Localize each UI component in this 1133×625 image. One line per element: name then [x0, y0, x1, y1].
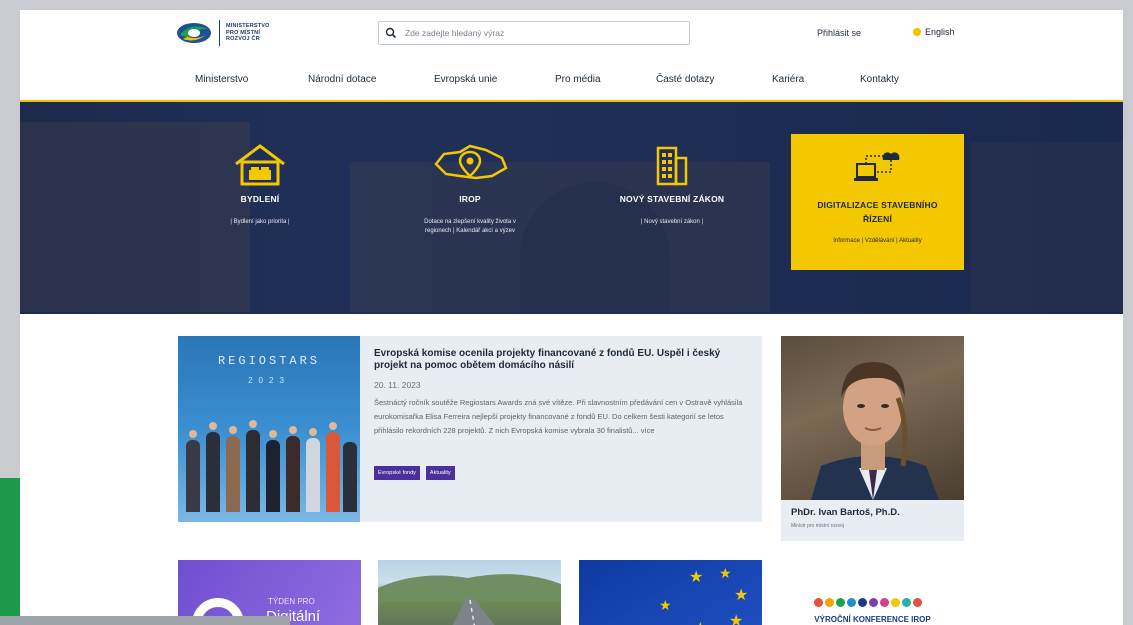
svg-text:★: ★: [694, 620, 707, 625]
person-figure: [186, 440, 200, 512]
conference-title: VÝROČNÍ KONFERENCE IROP: [814, 615, 931, 624]
tile-title: BYDLENÍ: [240, 194, 280, 204]
promo-week-label: TÝDEN PRO: [268, 597, 315, 606]
news-date: 20. 11. 2023: [374, 380, 421, 390]
person-head: [309, 428, 317, 436]
tile-title: DIGITALIZACE STAVEBNÍHO ŘÍZENÍ: [791, 198, 964, 226]
person-figure: [206, 432, 220, 512]
tile-subtitle: | Bydlení jako priorita |: [230, 219, 290, 225]
news-image-text: REGIOSTARS: [217, 354, 320, 368]
ministry-logo[interactable]: MINISTERSTVO PRO MÍSTNÍ ROZVOJ ČR: [175, 20, 270, 46]
news-image-year: 2023: [248, 376, 290, 385]
nav-item-evropska-unie[interactable]: Evropská unie: [434, 74, 497, 85]
tile-title: IROP: [459, 194, 481, 204]
search-icon: [385, 27, 397, 39]
person-head: [329, 422, 337, 430]
minister-card[interactable]: PhDr. Ivan Bartoš, Ph.D. Ministr pro mís…: [781, 336, 964, 541]
nav-item-narodni-dotace[interactable]: Národní dotace: [308, 74, 376, 85]
person-head: [289, 426, 297, 434]
nav-item-kariera[interactable]: Kariéra: [772, 74, 804, 85]
nav-item-kontakty[interactable]: Kontakty: [860, 74, 899, 85]
hero-banner: BYDLENÍ | Bydlení jako priorita | IROP D…: [20, 100, 1123, 314]
side-green-strip: [0, 478, 20, 625]
person-figure: [266, 440, 280, 512]
tile-subtitle: Informace | Vzdělávání | Aktuality: [833, 238, 922, 244]
tile-novy-stavebni-zakon[interactable]: NOVÝ STAVEBNÍ ZÁKON | Nový stavební záko…: [602, 142, 742, 227]
tile-subtitle-line: Dotace na zlepšení kvality života v: [424, 219, 516, 225]
person-head: [269, 430, 277, 438]
tile-title: NOVÝ STAVEBNÍ ZÁKON: [619, 194, 725, 204]
minister-role: Ministr pro místní rozvoj: [791, 523, 845, 529]
svg-text:★: ★: [719, 566, 732, 582]
person-figure: [306, 438, 320, 512]
tile-title-line: DIGITALIZACE STAVEBNÍHO: [817, 200, 938, 210]
svg-text:★: ★: [734, 585, 748, 604]
nav-item-pro-media[interactable]: Pro média: [555, 74, 601, 85]
person-figure: [226, 436, 240, 512]
news-card[interactable]: REGIOSTARS 2023 Evropská komise ocenila …: [178, 336, 762, 522]
cloud-computer-icon: [853, 152, 899, 181]
logo-line-1: MINISTERSTVO: [226, 23, 270, 30]
nav-item-caste-dotazy[interactable]: Časté dotazy: [656, 74, 714, 85]
promo-card-road[interactable]: [378, 560, 561, 625]
status-bar: [0, 616, 290, 625]
person-head: [229, 426, 237, 434]
person-figure: [286, 436, 300, 512]
tile-subtitle: | Nový stavební zákon |: [640, 219, 704, 225]
person-figure: [326, 432, 340, 512]
ministry-logo-icon: [177, 23, 211, 43]
map-pin-icon: [434, 144, 508, 180]
svg-text:★: ★: [659, 598, 672, 614]
login-link[interactable]: Přihlásit se: [817, 28, 861, 38]
language-label: English: [925, 27, 955, 37]
news-tags: Evropské fondy Aktuality: [374, 466, 455, 480]
person-head: [209, 422, 217, 430]
language-dot-icon: [913, 28, 921, 36]
search-box[interactable]: [378, 21, 690, 45]
news-body: Šestnáctý ročník soutěže Regiostars Awar…: [374, 398, 743, 435]
search-input[interactable]: [403, 27, 677, 39]
tile-bydleni[interactable]: BYDLENÍ | Bydlení jako priorita |: [195, 142, 325, 227]
building-icon: [656, 146, 688, 186]
language-switch[interactable]: English: [913, 27, 955, 37]
road-landscape-image: [378, 574, 561, 625]
logo-text: MINISTERSTVO PRO MÍSTNÍ ROZVOJ ČR: [226, 23, 270, 43]
logo-line-3: ROZVOJ ČR: [226, 36, 260, 43]
person-head: [189, 430, 197, 438]
minister-photo: [781, 336, 964, 500]
minister-name[interactable]: PhDr. Ivan Bartoš, Ph.D.: [791, 507, 900, 518]
person-head: [249, 420, 257, 428]
person-figure: [246, 430, 260, 512]
news-image: REGIOSTARS 2023: [178, 336, 360, 522]
main-nav: Ministerstvo Národní dotace Evropská uni…: [20, 74, 1123, 100]
news-title[interactable]: Evropská komise ocenila projekty financo…: [374, 348, 744, 372]
svg-text:★: ★: [729, 611, 743, 625]
tile-digitalizace-stavebniho-rizeni[interactable]: DIGITALIZACE STAVEBNÍHO ŘÍZENÍ Informace…: [791, 134, 964, 270]
svg-text:★: ★: [689, 567, 703, 586]
promo-card-eu-flag[interactable]: ★ ★ ★ ★ ★ ★: [579, 560, 762, 625]
tile-irop[interactable]: IROP Dotace na zlepšení kvality života v…: [395, 142, 545, 236]
tile-subtitle: Dotace na zlepšení kvality života v regi…: [395, 218, 545, 236]
promo-card-konference-irop[interactable]: VÝROČNÍ KONFERENCE IROP: [781, 560, 964, 625]
tag-aktuality[interactable]: Aktuality: [425, 466, 455, 480]
conference-dots-graphic: [814, 598, 922, 607]
eu-flag-image: ★ ★ ★ ★ ★ ★: [659, 566, 748, 625]
tile-subtitle-line: regionech | Kalendář akcí a výzev: [425, 228, 515, 234]
logo-divider: [219, 20, 220, 46]
house-icon: [235, 144, 285, 186]
browser-page: MINISTERSTVO PRO MÍSTNÍ ROZVOJ ČR Přihlá…: [20, 10, 1123, 625]
minister-portrait: [811, 362, 939, 500]
nav-item-ministerstvo[interactable]: Ministerstvo: [195, 74, 248, 85]
tag-evropske-fondy[interactable]: Evropské fondy: [374, 466, 420, 480]
person-figure: [343, 442, 357, 512]
tile-title-line: ŘÍZENÍ: [862, 214, 893, 224]
